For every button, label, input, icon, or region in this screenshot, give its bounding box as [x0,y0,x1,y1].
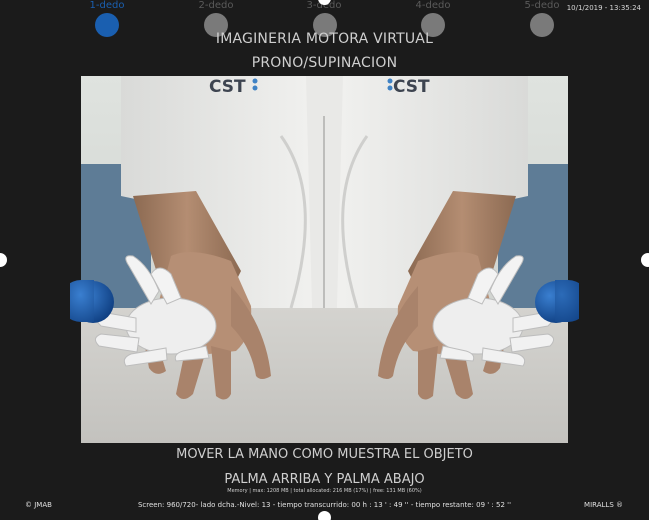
session-status: Screen: 960/720- lado dcha.-Nivel: 13 - … [137,501,511,509]
exercise-name: PRONO/SUPINACION [251,55,398,71]
camera-scene: CST CST [81,76,568,443]
datetime-display: 10/1/2019 - 13:35:24 [566,4,641,12]
finger-2-label: 2-dedo [198,0,234,11]
shirt-logo-left: CST [209,77,246,97]
camera-view: CST CST [81,76,568,443]
memory-status: Memory | max: 1208 MB | total allocated:… [227,488,422,494]
app-screen: 1-dedo 2-dedo 3-dedo 4-dedo 5-dedo 10/1/… [0,0,649,520]
right-edge-marker [641,253,649,267]
target-ball-left-overflow [70,280,94,322]
finger-4-label: 4-dedo [415,0,451,11]
page-title: IMAGINERIA MOTORA VIRTUAL [215,31,434,47]
shirt-logo-right: CST [393,77,430,97]
brand-label: MIRALLS ® [584,501,623,509]
left-edge-marker [0,253,7,267]
instruction-line-1: MOVER LA MANO COMO MUESTRA EL OBJETO [176,447,473,462]
instruction-line-2: PALMA ARRIBA Y PALMA ABAJO [224,472,425,487]
target-ball-right-overflow [555,280,579,322]
finger-1-label: 1-dedo [89,0,125,11]
bottom-edge-marker [318,511,331,520]
